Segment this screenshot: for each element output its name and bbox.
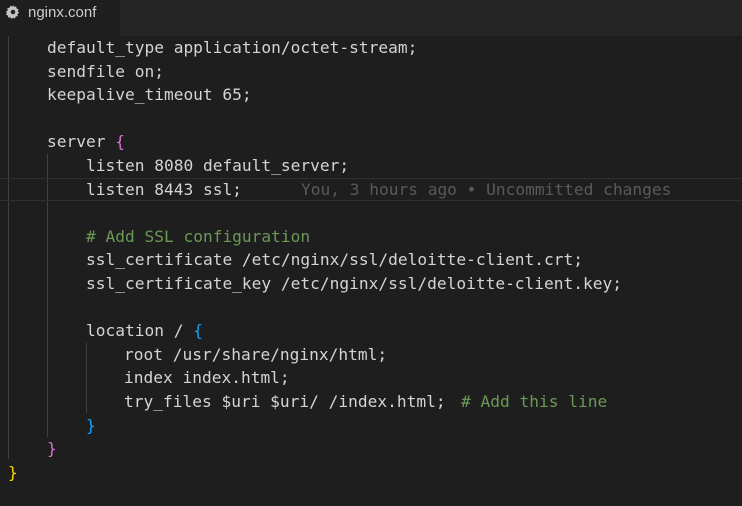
code-text: listen 8443 ssl; bbox=[86, 179, 242, 199]
current-line: listen 8443 ssl; You, 3 hours ago • Unco… bbox=[0, 177, 742, 202]
code-text: default_type application/octet-stream; bbox=[47, 38, 418, 57]
code-text: root /usr/share/nginx/html; bbox=[124, 344, 388, 364]
code-text: try_files $uri $uri/ /index.html; bbox=[124, 392, 446, 411]
gear-icon bbox=[6, 5, 20, 19]
code-line: try_files $uri $uri/ /index.html; # Add … bbox=[0, 390, 742, 414]
code-comment: # Add SSL configuration bbox=[86, 226, 311, 246]
code-line: ssl_certificate_key /etc/nginx/ssl/deloi… bbox=[0, 272, 742, 296]
code-text: index index.html; bbox=[124, 368, 290, 388]
server-keyword: server bbox=[47, 132, 116, 152]
location-keyword: location / bbox=[86, 321, 194, 341]
code-editor[interactable]: nginx.conf default_type application/octe… bbox=[0, 0, 742, 506]
code-line: } bbox=[0, 461, 742, 485]
brace-open: { bbox=[193, 321, 203, 341]
brace-close: } bbox=[47, 439, 57, 459]
code-line: index index.html; bbox=[0, 366, 742, 390]
code-line: ssl_certificate /etc/nginx/ssl/deloitte-… bbox=[0, 248, 742, 272]
code-line: default_type application/octet-stream; bbox=[0, 36, 742, 60]
code-text: keepalive_timeout 65; bbox=[47, 85, 252, 105]
code-line: location / { bbox=[0, 319, 742, 343]
git-blame-annotation: You, 3 hours ago • Uncommitted changes bbox=[301, 179, 672, 199]
code-line: listen 8080 default_server; bbox=[0, 154, 742, 178]
code-text: server { bbox=[47, 130, 125, 154]
tab-label: nginx.conf bbox=[28, 3, 97, 21]
code-area[interactable]: default_type application/octet-stream; s… bbox=[0, 36, 742, 506]
brace-open: { bbox=[115, 132, 125, 152]
code-comment: # Add this line bbox=[461, 392, 608, 411]
code-text: listen 8080 default_server; bbox=[86, 156, 350, 175]
code-text: ssl_certificate_key /etc/nginx/ssl/deloi… bbox=[86, 274, 623, 293]
brace-close: } bbox=[86, 415, 96, 435]
code-line: keepalive_timeout 65; bbox=[0, 83, 742, 107]
brace-close: } bbox=[8, 462, 18, 482]
tab-nginx-conf[interactable]: nginx.conf bbox=[0, 0, 120, 36]
tab-bar: nginx.conf bbox=[0, 0, 742, 36]
code-line: # Add SSL configuration bbox=[0, 225, 742, 249]
code-text: location / { bbox=[86, 319, 203, 343]
code-line: root /usr/share/nginx/html; bbox=[0, 343, 742, 367]
code-line: } bbox=[0, 414, 742, 438]
code-line: } bbox=[0, 437, 742, 461]
code-text: ssl_certificate /etc/nginx/ssl/deloitte-… bbox=[86, 250, 584, 270]
code-line: sendfile on; bbox=[0, 60, 742, 84]
code-text: sendfile on; bbox=[47, 61, 164, 81]
code-line: server { bbox=[0, 130, 742, 154]
